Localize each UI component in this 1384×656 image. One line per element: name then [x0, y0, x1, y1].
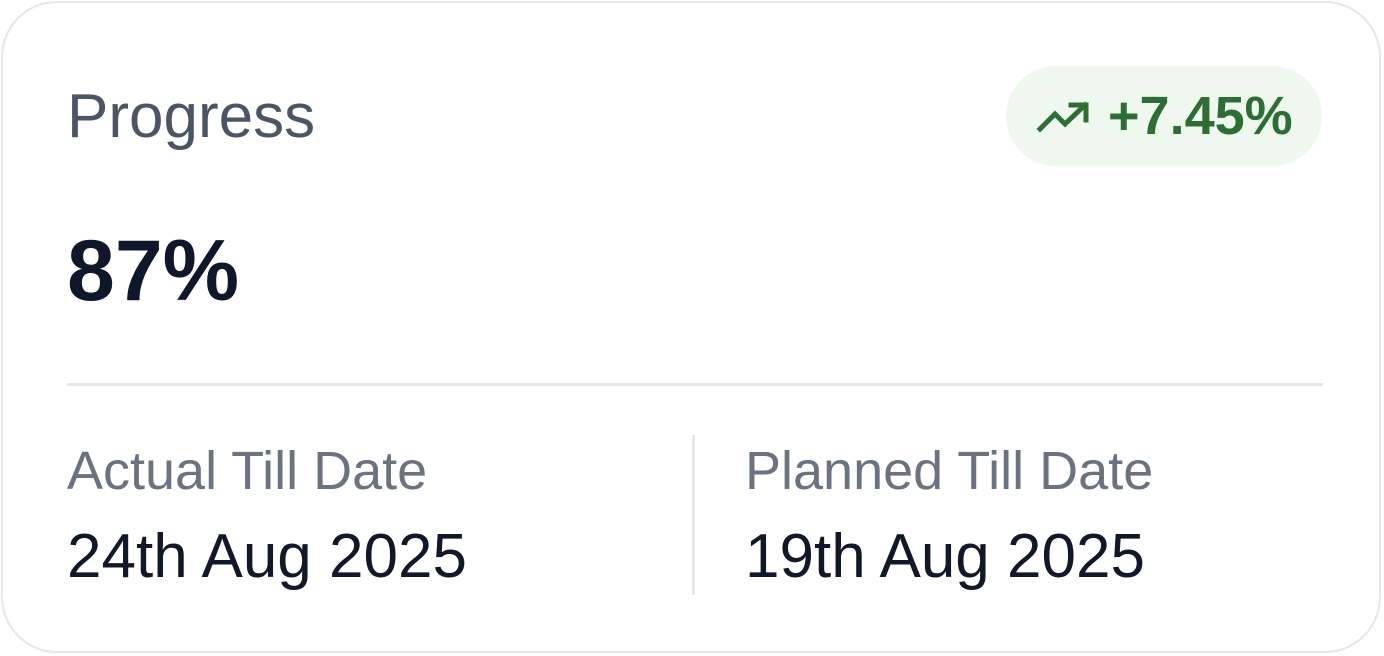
progress-card: Progress +7.45% 87% Actual Till Date 24t… [1, 1, 1381, 653]
vertical-divider [692, 435, 695, 595]
actual-till-date-value: 24th Aug 2025 [67, 522, 467, 591]
actual-till-date-label: Actual Till Date [67, 441, 428, 501]
progress-value: 87% [67, 223, 240, 319]
trend-badge: +7.45% [1006, 66, 1322, 166]
horizontal-divider [67, 383, 1323, 386]
card-title: Progress [67, 82, 316, 151]
trending-up-icon [1036, 101, 1089, 133]
trend-value: +7.45% [1108, 86, 1293, 146]
planned-till-date-label: Planned Till Date [745, 441, 1154, 501]
planned-till-date-value: 19th Aug 2025 [745, 522, 1145, 591]
